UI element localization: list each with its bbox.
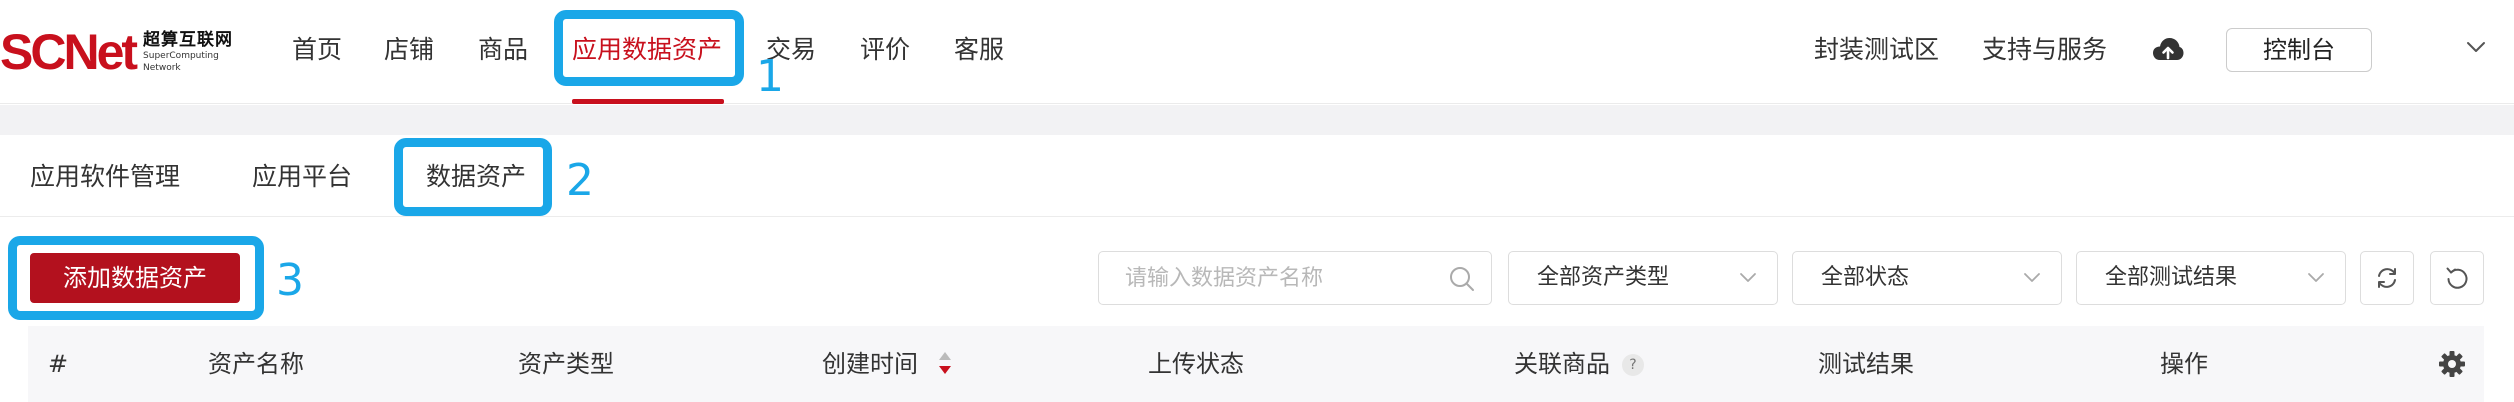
chevron-down-icon [2024,273,2040,282]
column-created-time[interactable]: 创建时间 [822,348,918,380]
column-test-result: 测试结果 [1818,350,1914,378]
nav-item-home[interactable]: 首页 [292,28,342,72]
logo-mark: SCNet [0,24,138,80]
status-select-value: 全部状态 [1821,265,1910,290]
test-result-select[interactable]: 全部测试结果 [2076,251,2346,305]
highlight-box-1 [554,10,744,86]
chevron-down-icon[interactable] [2466,40,2486,54]
logo-name-en-1: SuperComputing [143,50,219,61]
refresh-icon [2378,268,2396,288]
help-icon[interactable]: ? [1622,354,1644,376]
logo-text: 超算互联网 SuperComputing Network [143,29,234,73]
reset-button[interactable] [2430,251,2484,305]
chevron-down-icon [1740,273,1756,282]
test-result-select-value: 全部测试结果 [2105,265,2238,290]
annotation-number-1: 1 [756,51,784,102]
search-box [1098,251,1492,305]
status-select[interactable]: 全部状态 [1792,251,2062,305]
annotation-number-2: 2 [566,155,594,206]
sort-icon[interactable] [936,348,954,378]
tab-app-software-management[interactable]: 应用软件管理 [30,155,180,199]
nav-item-products[interactable]: 商品 [478,28,528,72]
cloud-upload-icon[interactable] [2152,36,2184,64]
nav-item-support[interactable]: 支持与服务 [1982,28,2107,72]
nav-item-reviews[interactable]: 评价 [860,28,910,72]
nav-item-test-zone[interactable]: 封装测试区 [1814,28,1939,72]
top-navbar: SCNet 超算互联网 SuperComputing Network 首页 店铺… [0,0,2514,104]
nav-active-underline [572,99,724,104]
tab-app-platform[interactable]: 应用平台 [252,155,352,199]
annotation-number-3: 3 [276,255,304,306]
page: SCNet 超算互联网 SuperComputing Network 首页 店铺… [0,0,2514,402]
column-linked-products: 关联商品 [1514,350,1610,378]
table-header: # 资产名称 资产类型 创建时间 上传状态 关联商品 ? 测试结果 操作 [28,326,2484,402]
column-asset-name: 资产名称 [208,350,304,378]
nav-item-service[interactable]: 客服 [954,28,1004,72]
column-asset-type: 资产类型 [518,350,614,378]
highlight-box-3 [8,236,264,320]
column-actions: 操作 [2160,350,2208,378]
asset-type-select[interactable]: 全部资产类型 [1508,251,1778,305]
logo-name-cn: 超算互联网 [143,29,234,50]
refresh-button[interactable] [2360,251,2414,305]
asset-type-select-value: 全部资产类型 [1537,265,1670,290]
logo-name-en-2: Network [143,62,181,73]
reset-icon [2446,267,2468,289]
search-input[interactable] [1125,262,1425,294]
column-upload-status: 上传状态 [1148,350,1244,378]
highlight-box-2 [394,138,552,216]
nav-item-shop[interactable]: 店铺 [384,28,434,72]
gear-icon[interactable] [2438,350,2466,378]
column-index: # [48,350,69,378]
search-icon[interactable] [1449,266,1475,292]
sub-tabs: 应用软件管理 应用平台 数据资产 [0,135,2514,217]
page-divider-strip [0,105,2514,135]
chevron-down-icon [2308,273,2324,282]
scnet-logo[interactable]: SCNet 超算互联网 SuperComputing Network [0,24,233,80]
console-button[interactable]: 控制台 [2226,28,2372,72]
